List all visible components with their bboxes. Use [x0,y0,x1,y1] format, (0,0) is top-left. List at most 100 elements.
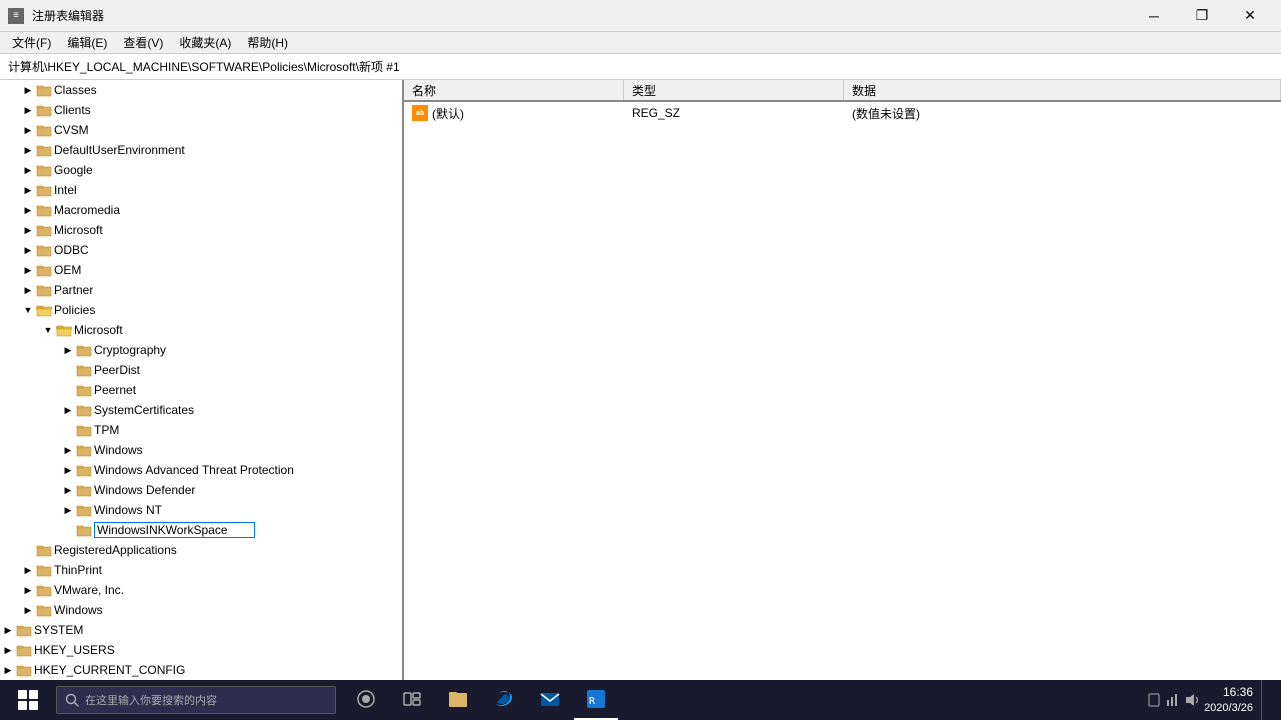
tray-clock[interactable]: 16:36 2020/3/26 [1204,685,1253,715]
tree-item-classes[interactable]: Classes [0,80,402,100]
tree-item-windowsnt[interactable]: Windows NT [0,500,402,520]
tree-item-macromedia[interactable]: Macromedia [0,200,402,220]
tree-item-edit-windowsinkworkspace[interactable] [94,522,255,538]
cortana-icon [356,689,376,709]
folder-icon-windowsinkworkspace [76,522,92,538]
menu-help[interactable]: 帮助(H) [239,32,296,53]
tree-item-odbc[interactable]: ODBC [0,240,402,260]
volume-icon[interactable] [1184,690,1200,710]
tree-item-system[interactable]: SYSTEM [0,620,402,640]
menu-favorites[interactable]: 收藏夹(A) [171,32,239,53]
tree-item-label-google: Google [54,163,93,177]
expand-arrow-defaultuserenvironment[interactable] [20,142,36,158]
col-header-type[interactable]: 类型 [624,80,844,100]
expand-arrow-cryptography[interactable] [60,342,76,358]
tree-item-policies[interactable]: Policies [0,300,402,320]
tree-item-windows[interactable]: Windows [0,440,402,460]
taskview-button[interactable] [390,680,434,720]
expand-arrow-clients[interactable] [20,102,36,118]
expand-arrow-systemcertificates[interactable] [60,402,76,418]
start-button[interactable] [4,680,52,720]
tree-item-label-windows: Windows [94,443,143,457]
tree-item-label-policies: Policies [54,303,95,317]
table-row[interactable]: ab(默认)REG_SZ(数值未设置) [404,102,1281,124]
tree-item-windowsdefender[interactable]: Windows Defender [0,480,402,500]
expand-arrow-windowsdefender[interactable] [60,482,76,498]
tree-item-oem[interactable]: OEM [0,260,402,280]
tree-item-microsoft-policies[interactable]: Microsoft [0,320,402,340]
fileexplorer-button[interactable] [436,680,480,720]
tree-item-peernet[interactable]: Peernet [0,380,402,400]
expand-arrow-macromedia[interactable] [20,202,36,218]
tree-item-intel[interactable]: Intel [0,180,402,200]
folder-icon-hkey_users [16,642,32,658]
col-header-data[interactable]: 数据 [844,80,1281,100]
expand-arrow-windows[interactable] [60,442,76,458]
expand-arrow-vmwareinc[interactable] [20,582,36,598]
tree-scroll[interactable]: ClassesClientsCVSMDefaultUserEnvironment… [0,80,402,680]
regedit-button[interactable]: R [574,680,618,720]
tree-item-microsoft-top[interactable]: Microsoft [0,220,402,240]
expand-arrow-oem[interactable] [20,262,36,278]
tree-item-cvsm[interactable]: CVSM [0,120,402,140]
expand-arrow-thinprint[interactable] [20,562,36,578]
tree-item-windowsinkworkspace[interactable] [0,520,402,540]
tree-item-label-windowsatp: Windows Advanced Threat Protection [94,463,294,477]
tree-item-tpm[interactable]: TPM [0,420,402,440]
expand-arrow-partner[interactable] [20,282,36,298]
tree-item-hkey_users[interactable]: HKEY_USERS [0,640,402,660]
folder-icon-vmwareinc [36,582,52,598]
network-icon[interactable] [1164,690,1180,710]
tree-item-windowsatp[interactable]: Windows Advanced Threat Protection [0,460,402,480]
expand-arrow-hkey_users[interactable] [0,642,16,658]
tree-item-google[interactable]: Google [0,160,402,180]
mail-button[interactable] [528,680,572,720]
show-desktop-divider[interactable] [1261,680,1269,720]
tree-item-vmwareinc[interactable]: VMware, Inc. [0,580,402,600]
tree-item-windows-top[interactable]: Windows [0,600,402,620]
tree-item-clients[interactable]: Clients [0,100,402,120]
expand-arrow-windowsnt[interactable] [60,502,76,518]
expand-arrow-microsoft-top[interactable] [20,222,36,238]
expand-arrow-windows-top[interactable] [20,602,36,618]
expand-arrow-cvsm[interactable] [20,122,36,138]
folder-icon-cvsm [36,122,52,138]
expand-arrow-system[interactable] [0,622,16,638]
tree-item-peerdist[interactable]: PeerDist [0,360,402,380]
expand-arrow-windowsatp[interactable] [60,462,76,478]
taskbar-search[interactable]: 在这里输入你要搜索的内容 [56,686,336,714]
expand-arrow-odbc[interactable] [20,242,36,258]
fileexplorer-icon [447,688,469,710]
expand-arrow-policies[interactable] [20,302,36,318]
menu-file[interactable]: 文件(F) [4,32,59,53]
tree-item-defaultuserenvironment[interactable]: DefaultUserEnvironment [0,140,402,160]
tree-item-label-peernet: Peernet [94,383,136,397]
col-header-name[interactable]: 名称 [404,80,624,100]
tree-item-thinprint[interactable]: ThinPrint [0,560,402,580]
expand-arrow-intel[interactable] [20,182,36,198]
minimize-button[interactable]: ─ [1131,0,1177,32]
edge-button[interactable] [482,680,526,720]
tree-item-partner[interactable]: Partner [0,280,402,300]
tree-item-label-macromedia: Macromedia [54,203,120,217]
expand-arrow-google[interactable] [20,162,36,178]
tree-item-label-vmwareinc: VMware, Inc. [54,583,124,597]
expand-arrow-microsoft-policies[interactable] [40,322,56,338]
tree-item-hkey_current_config[interactable]: HKEY_CURRENT_CONFIG [0,660,402,680]
tree-item-label-cryptography: Cryptography [94,343,166,357]
tree-item-cryptography[interactable]: Cryptography [0,340,402,360]
app-icon: ≡ [8,8,24,24]
tree-item-registeredapplications[interactable]: RegisteredApplications [0,540,402,560]
close-button[interactable]: ✕ [1227,0,1273,32]
show-desktop-icon[interactable] [1148,690,1160,710]
menu-view[interactable]: 查看(V) [115,32,171,53]
tree-item-systemcertificates[interactable]: SystemCertificates [0,400,402,420]
expand-arrow-hkey_current_config[interactable] [0,662,16,678]
tree-item-label-thinprint: ThinPrint [54,563,102,577]
expand-arrow-classes[interactable] [20,82,36,98]
menu-edit[interactable]: 编辑(E) [59,32,115,53]
cortana-button[interactable] [344,680,388,720]
restore-button[interactable]: ❐ [1179,0,1225,32]
folder-icon-macromedia [36,202,52,218]
folder-icon-systemcertificates [76,402,92,418]
